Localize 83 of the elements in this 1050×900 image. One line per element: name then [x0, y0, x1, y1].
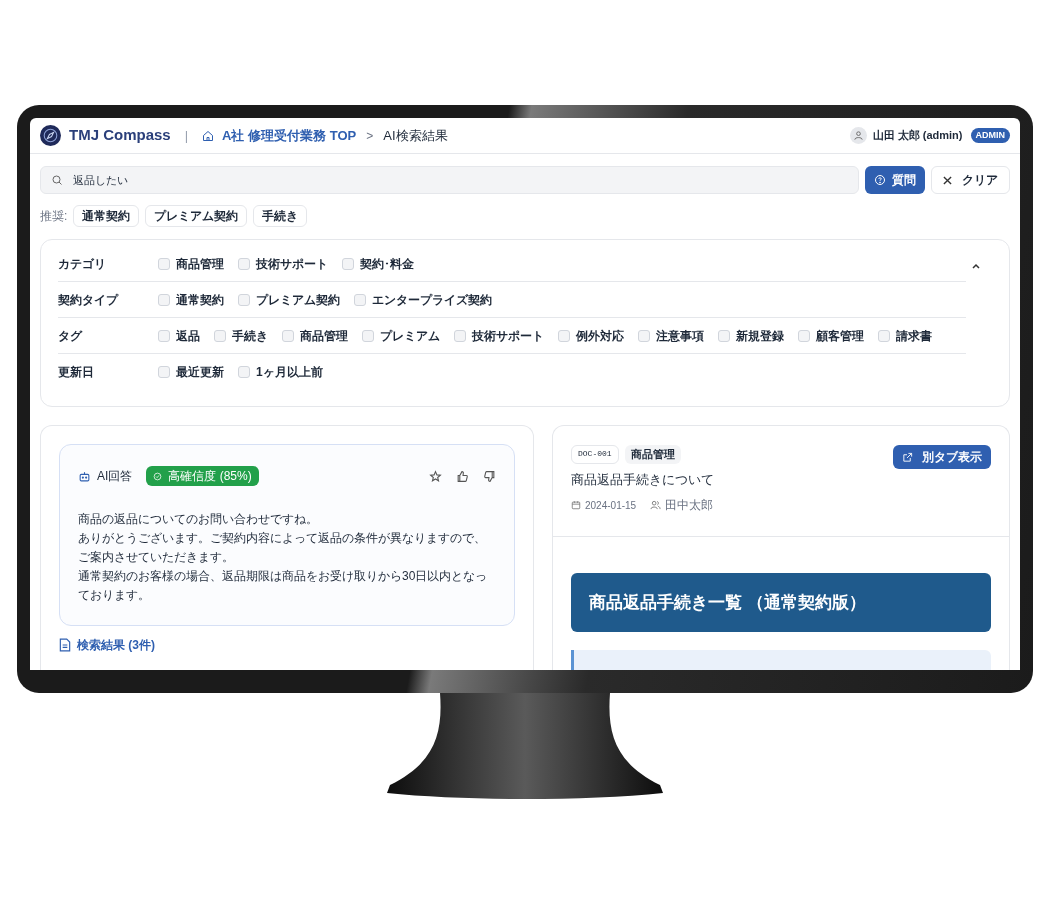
- checkbox[interactable]: [238, 366, 250, 378]
- robot-icon: [78, 469, 91, 483]
- clear-button[interactable]: クリア: [931, 166, 1010, 194]
- header-separator: |: [184, 126, 189, 145]
- answer-text: 通常契約のお客様の場合、返品期限は商品をお受け取りから30日以内となっております。: [78, 568, 489, 604]
- checkbox-label[interactable]: 商品管理: [176, 254, 224, 273]
- category-tag: 商品管理: [624, 445, 681, 464]
- app-logo[interactable]: TMJ Compass: [69, 124, 171, 147]
- checkbox[interactable]: [638, 329, 650, 342]
- checkbox[interactable]: [238, 293, 250, 306]
- search-field[interactable]: 返品したい: [40, 166, 859, 194]
- checkbox-label[interactable]: 1ヶ月以上前: [256, 363, 323, 381]
- checkbox[interactable]: [158, 257, 170, 270]
- checkbox-label[interactable]: 返品: [176, 326, 200, 345]
- checkbox-label[interactable]: 契約･料金: [360, 254, 414, 273]
- checkbox-label[interactable]: 注意事項: [656, 326, 704, 345]
- checkbox[interactable]: [158, 329, 170, 342]
- document-author: 田中太郎: [665, 497, 714, 514]
- search-icon: [51, 174, 63, 186]
- check-circle-icon: [153, 471, 163, 481]
- checkbox[interactable]: [878, 329, 890, 342]
- thumbs-down-icon[interactable]: [483, 469, 496, 483]
- confidence-badge: 高確信度 (85%): [146, 466, 259, 486]
- question-icon: [874, 174, 886, 186]
- checkbox-label[interactable]: プレミアム契約: [256, 290, 340, 309]
- checkbox[interactable]: [718, 329, 730, 342]
- checkbox-label[interactable]: プレミアム: [380, 326, 440, 345]
- star-icon[interactable]: [429, 469, 442, 483]
- suggestion-chip[interactable]: プレミアム契約: [145, 205, 248, 227]
- ask-button[interactable]: 質問: [865, 166, 925, 194]
- checkbox[interactable]: [238, 257, 250, 270]
- results-heading: 検索結果 (3件): [77, 637, 155, 654]
- user-name[interactable]: 山田 太郎 (admin): [872, 127, 963, 144]
- checkbox-label[interactable]: 顧客管理: [816, 326, 864, 345]
- checkbox[interactable]: [362, 329, 374, 342]
- user-avatar-icon: [849, 127, 867, 144]
- checkbox-label[interactable]: 例外対応: [576, 326, 624, 345]
- checkbox-label[interactable]: 手続き: [232, 326, 268, 345]
- answer-text: 商品の返品についてのお問い合わせですね。: [78, 511, 319, 528]
- checkbox[interactable]: [342, 257, 354, 270]
- breadcrumb-current: AI検索結果: [383, 126, 448, 145]
- thumbs-up-icon[interactable]: [456, 469, 469, 483]
- compass-logo-icon: [40, 125, 61, 146]
- checkbox[interactable]: [454, 329, 466, 342]
- close-icon: [943, 175, 952, 185]
- document-title: 商品返品手続きについて: [571, 470, 715, 489]
- role-badge: ADMIN: [970, 127, 1010, 144]
- checkbox-label[interactable]: 最近更新: [176, 363, 224, 381]
- collapse-caret-icon[interactable]: [972, 263, 980, 269]
- suggestion-chip[interactable]: 手続き: [253, 205, 308, 227]
- ai-answer-title: AI回答: [97, 468, 133, 485]
- checkbox-label[interactable]: エンタープライズ契約: [372, 290, 492, 309]
- filter-label: タグ: [58, 327, 84, 345]
- document-date: 2024-01-15: [585, 498, 637, 513]
- filter-label: 契約タイプ: [58, 291, 120, 309]
- checkbox[interactable]: [158, 293, 170, 306]
- checkbox[interactable]: [798, 329, 810, 342]
- document-icon: [59, 638, 71, 652]
- filter-label: 更新日: [58, 364, 95, 381]
- checkbox[interactable]: [558, 329, 570, 342]
- checkbox-label[interactable]: 商品管理: [300, 326, 348, 345]
- suggest-label: 推奨:: [40, 208, 68, 225]
- checkbox-label[interactable]: 新規登録: [736, 326, 784, 345]
- checkbox-label[interactable]: 請求書: [896, 326, 932, 345]
- external-link-icon: [902, 451, 913, 463]
- breadcrumb-link[interactable]: A社 修理受付業務 TOP: [222, 125, 357, 146]
- checkbox[interactable]: [354, 293, 366, 306]
- checkbox-label[interactable]: 技術サポート: [256, 254, 328, 273]
- home-icon: [202, 129, 215, 142]
- users-icon: [650, 500, 662, 510]
- suggestion-chip[interactable]: 通常契約: [73, 205, 140, 227]
- calendar-icon: [571, 500, 581, 510]
- filter-label: カテゴリ: [58, 255, 107, 273]
- checkbox-label[interactable]: 通常契約: [176, 290, 224, 309]
- checkbox[interactable]: [282, 329, 294, 342]
- breadcrumb-separator: >: [366, 127, 374, 145]
- open-in-new-tab-button[interactable]: 別タブ表示: [893, 445, 991, 469]
- answer-text: ありがとうございます。ご契約内容によって返品の条件が異なりますので、ご案内させていただきます。: [78, 530, 487, 566]
- checkbox-label[interactable]: 技術サポート: [472, 326, 544, 345]
- document-banner: 商品返品手続き一覧 （通常契約版）: [571, 573, 991, 632]
- document-id-tag: DOC-001: [571, 445, 619, 464]
- checkbox[interactable]: [158, 366, 170, 378]
- checkbox[interactable]: [214, 329, 226, 342]
